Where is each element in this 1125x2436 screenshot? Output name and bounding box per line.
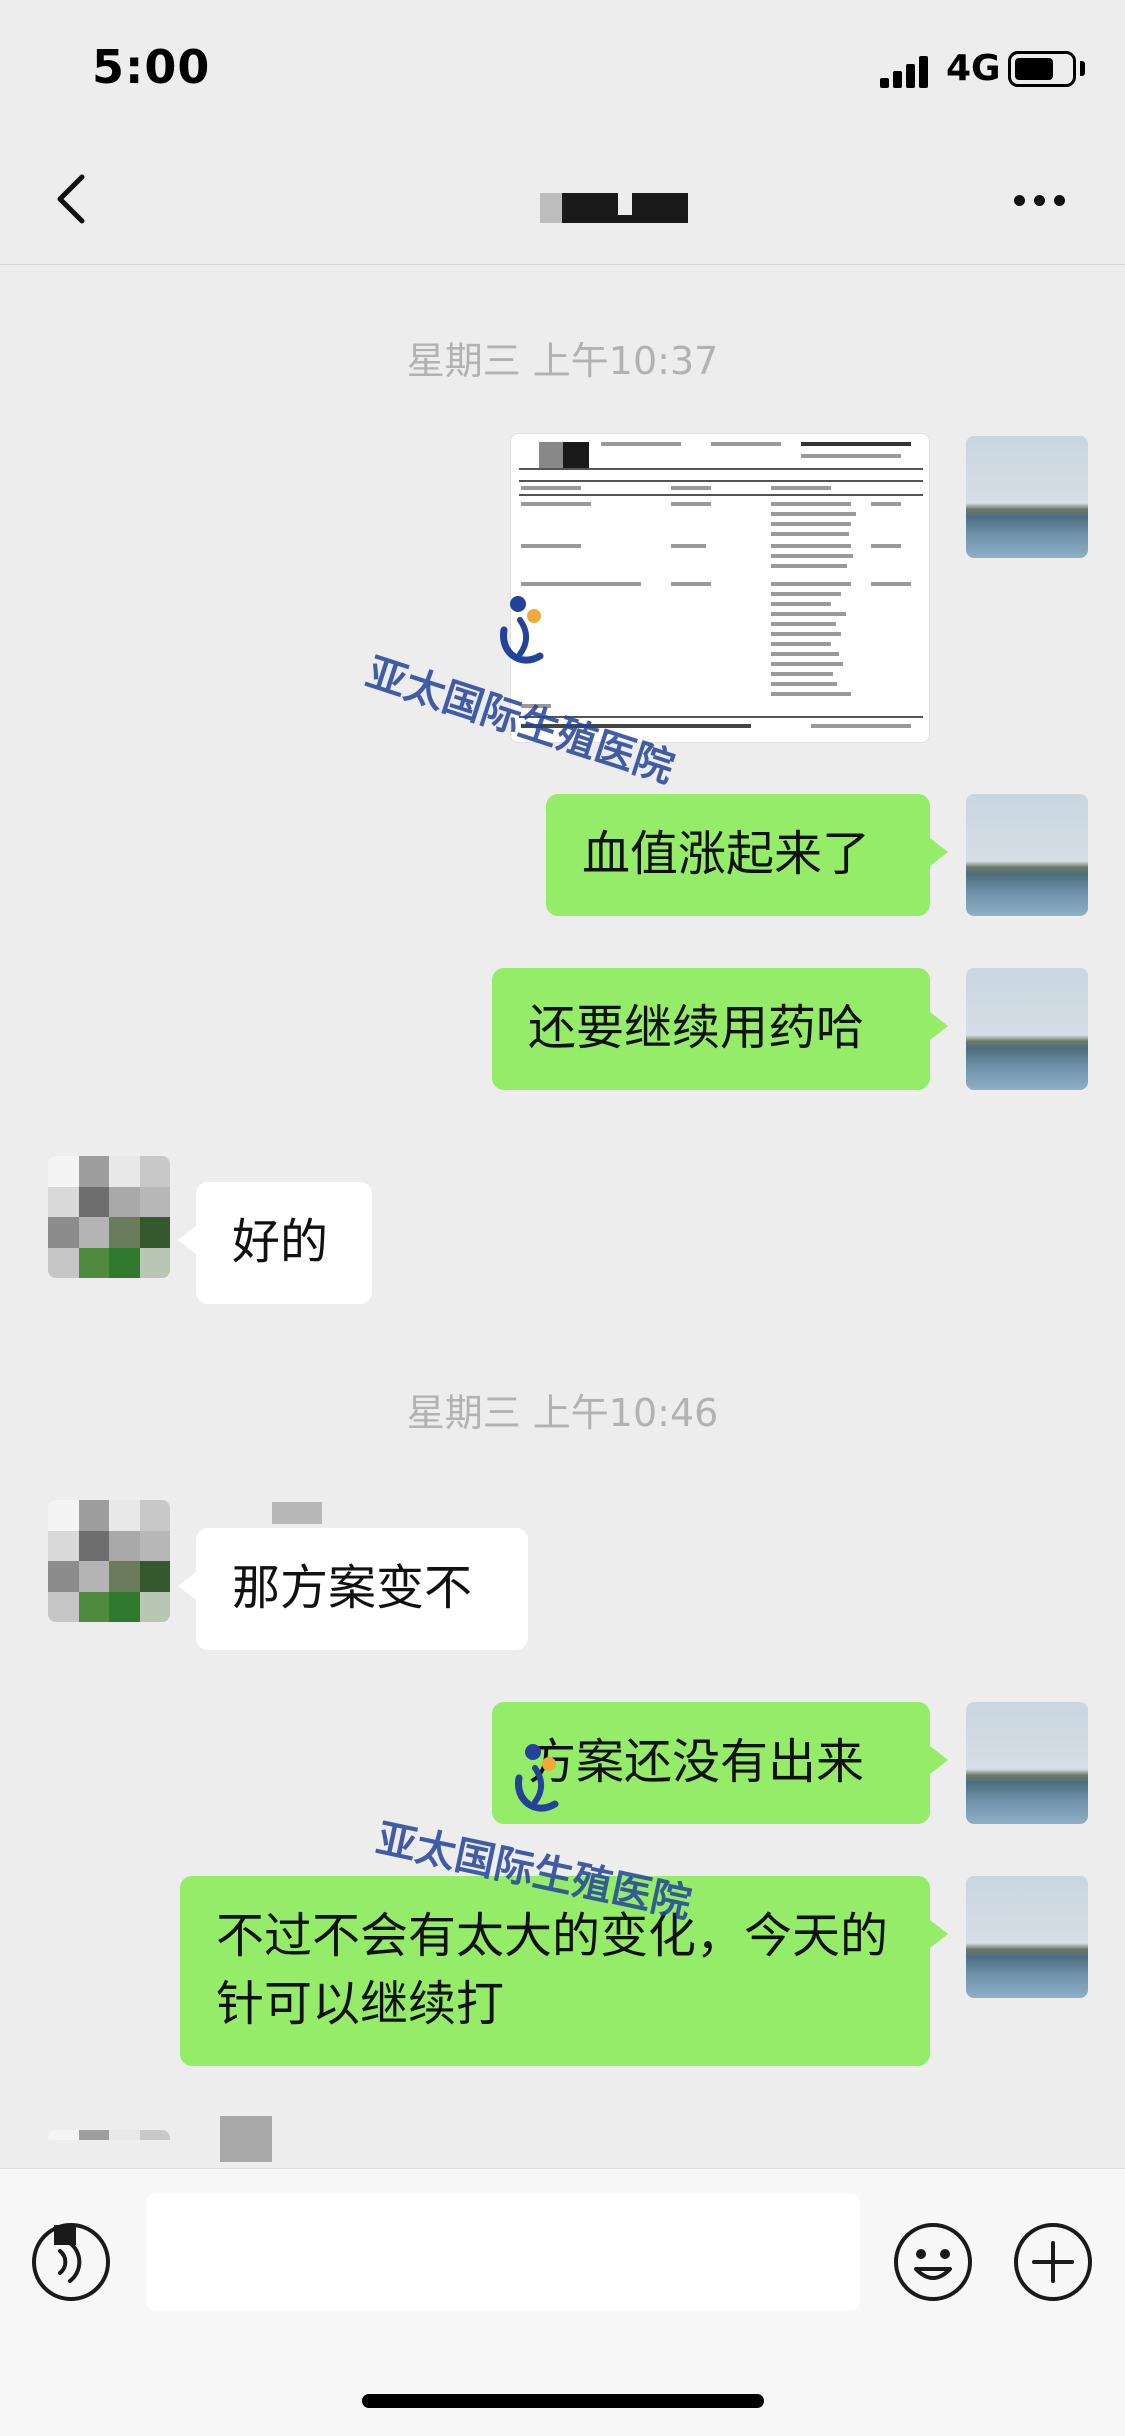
report-line [811,724,911,728]
report-line [771,592,841,596]
report-rule [519,480,923,482]
report-line [871,582,911,586]
home-indicator[interactable] [362,2394,764,2408]
report-line [771,522,851,526]
lab-report-image[interactable] [510,433,930,743]
report-line [771,602,831,606]
report-line [771,486,831,490]
my-avatar[interactable] [966,794,1088,916]
message-text: 好的 [232,1214,329,1270]
report-line [771,564,847,568]
network-label: 4G [946,48,1001,89]
battery-icon [1008,51,1076,87]
message-text: 不过不会有太大的变化，今天的针可以继续打 [216,1908,889,2032]
hospital-logo-icon [500,596,544,664]
report-line [771,652,839,656]
report-line [771,582,851,586]
report-line [671,582,711,586]
report-line [771,622,836,626]
my-avatar[interactable] [966,1876,1088,1998]
contact-avatar[interactable] [48,2130,170,2168]
chevron-left-icon[interactable] [44,169,104,229]
report-line [671,544,706,548]
voice-icon[interactable] [30,2221,112,2303]
report-line [771,662,843,666]
message-text: 血值涨起来了 [582,826,871,882]
contact-avatar[interactable] [48,1156,170,1278]
report-line [801,454,901,458]
message-text: 方案还没有出来 [528,1734,865,1790]
report-line [771,544,851,548]
emoji-icon[interactable] [892,2221,974,2303]
report-line [771,612,846,616]
hospital-logo-icon [515,1744,559,1812]
report-line [521,582,641,586]
report-redaction [563,442,589,468]
battery-cap [1080,61,1085,76]
report-line [771,692,851,696]
message-bubble-out[interactable]: 血值涨起来了 [546,794,948,916]
report-line [521,544,581,548]
chat-screen: 5:00 4G 星期三 上午10:37 亚太国际生殖医院 血值涨起来了 还要继续… [0,0,1125,2436]
chat-header [0,135,1125,265]
contact-avatar[interactable] [48,1500,170,1622]
message-input[interactable] [146,2193,860,2311]
report-line [521,502,591,506]
my-avatar[interactable] [966,436,1088,558]
report-line [771,554,853,558]
message-bubble-out[interactable]: 还要继续用药哈 [492,968,948,1090]
report-rule [519,494,923,496]
report-line [671,486,711,490]
contact-name-redacted [220,2116,272,2162]
report-line [771,682,837,686]
chat-title-redacted [540,193,690,223]
my-avatar[interactable] [966,1702,1088,1824]
report-line [771,512,856,516]
report-line [671,502,711,506]
plus-icon[interactable] [1012,2221,1094,2303]
message-bubble-out[interactable]: 不过不会有太大的变化，今天的针可以继续打 [180,1876,948,2066]
more-dots-icon[interactable] [1010,187,1070,213]
report-line [771,672,833,676]
report-line [771,502,851,506]
message-bubble-in[interactable]: 那方案变不 [178,1528,528,1650]
report-line [871,544,901,548]
signal-strength-icon [880,56,932,88]
message-text: 那方案变不 [232,1560,473,1616]
report-line [601,442,681,446]
timestamp: 星期三 上午10:37 [406,339,719,383]
report-line [771,632,841,636]
status-bar: 5:00 4G [0,0,1125,135]
status-time: 5:00 [92,40,211,94]
report-line [521,486,581,490]
report-rule [519,468,923,470]
message-bubble-in[interactable]: 好的 [178,1182,372,1304]
timestamp: 星期三 上午10:46 [406,1391,719,1435]
report-redaction [539,442,563,468]
report-line [871,502,901,506]
my-avatar[interactable] [966,968,1088,1090]
contact-name-redacted [272,1502,322,1524]
report-line [711,442,781,446]
report-line [801,442,911,446]
report-line [771,532,849,536]
report-line [771,642,831,646]
message-text: 还要继续用药哈 [528,1000,865,1056]
